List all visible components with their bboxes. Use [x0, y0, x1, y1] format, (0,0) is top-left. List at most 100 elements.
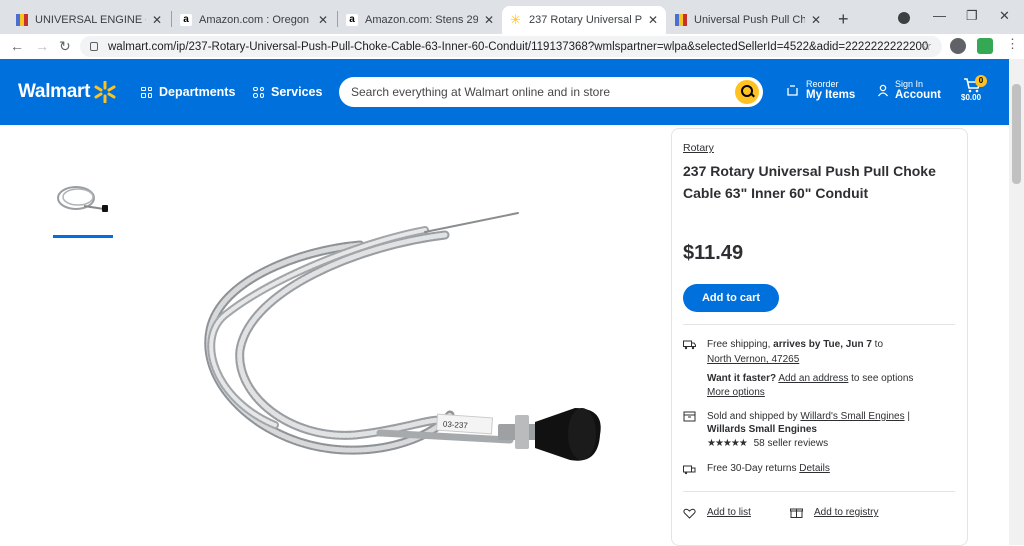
bookmark-star-icon[interactable]: ☆: [920, 38, 932, 54]
walmart-header: Walmart Departments Services Reorder My …: [0, 59, 1009, 125]
close-tab-icon[interactable]: ✕: [648, 13, 658, 27]
tab-title: Amazon.com: Stens 290-631: [365, 14, 478, 26]
location-link[interactable]: North Vernon, 47265: [707, 354, 799, 365]
scrollbar-thumb[interactable]: [1012, 84, 1021, 184]
reorder-small-label: Reorder: [806, 79, 839, 89]
url-text: walmart.com/ip/237-Rotary-Universal-Push…: [108, 40, 928, 53]
departments-grid-icon: [141, 86, 152, 98]
chrome-menu-icon[interactable]: ⋮: [1006, 36, 1019, 52]
sold-prefix: Sold and shipped by: [707, 411, 801, 422]
amazon-icon: a: [346, 14, 358, 26]
cart-total: $0.00: [961, 93, 982, 102]
new-tab-icon[interactable]: +: [838, 9, 849, 30]
arrival-date: arrives by Tue, Jun 7: [773, 339, 872, 350]
product-price: $11.49: [683, 242, 744, 264]
store-icon: [683, 411, 696, 422]
tab-title: 237 Rotary Universal Push Pu: [529, 14, 642, 26]
truck-icon: [683, 340, 696, 350]
departments-button[interactable]: Departments: [141, 85, 235, 99]
account-big-label: Account: [895, 89, 941, 101]
divider: [683, 324, 955, 325]
logo-text: Walmart: [18, 81, 91, 102]
rating-stars: ★★★★★: [707, 438, 748, 449]
seller-rating[interactable]: ★★★★★ 58 seller reviews: [707, 438, 828, 449]
amazon-icon: a: [180, 14, 192, 26]
services-label: Services: [271, 85, 323, 99]
browser-tab-active[interactable]: ✳ 237 Rotary Universal Push Pu ✕: [502, 6, 666, 34]
reorder-big-label: My Items: [806, 89, 856, 101]
account-link[interactable]: Sign In Account: [877, 79, 941, 101]
shipping-info: Free shipping, arrives by Tue, Jun 7 to: [707, 339, 883, 350]
gift-icon: [675, 14, 687, 26]
returns-info: Free 30-Day returns Details: [707, 463, 830, 474]
page-scrollbar[interactable]: [1009, 59, 1024, 545]
add-to-registry-link[interactable]: Add to registry: [814, 507, 878, 518]
tab-title: Amazon.com : Oregon 60-03: [199, 14, 312, 26]
address-row: ← → ↻ walmart.com/ip/237-Rotary-Universa…: [0, 34, 1024, 59]
reorder-link[interactable]: Reorder My Items: [786, 79, 855, 101]
seller-name: Willards Small Engines: [707, 424, 817, 435]
person-icon: [877, 84, 889, 96]
minimize-icon[interactable]: —: [933, 8, 946, 23]
close-tab-icon[interactable]: ✕: [811, 13, 821, 27]
maximize-icon[interactable]: ❐: [966, 8, 978, 24]
browser-tab[interactable]: UNIVERSAL ENGINE CHOKE S ✕: [8, 6, 170, 34]
thumbnail-selected-indicator: [53, 235, 113, 238]
cart-count-badge: 0: [975, 75, 987, 87]
gift-registry-icon: [790, 508, 803, 518]
lock-icon: [90, 42, 98, 51]
tab-search-icon[interactable]: [898, 12, 910, 24]
back-icon[interactable]: ←: [10, 38, 24, 54]
seller-reviews: 58 seller reviews: [753, 438, 829, 449]
search-input[interactable]: [351, 85, 735, 99]
see-options-text: to see options: [848, 373, 914, 384]
brand-link[interactable]: Rotary: [683, 142, 714, 154]
services-button[interactable]: Services: [253, 85, 322, 99]
gift-icon: [16, 14, 28, 26]
returns-text: Free 30-Day returns: [707, 463, 797, 474]
walmart-spark-icon: [94, 81, 116, 103]
seller-info: Sold and shipped by Willard's Small Engi…: [707, 411, 910, 422]
reload-icon[interactable]: ↻: [59, 38, 71, 55]
product-image[interactable]: 03-237: [180, 190, 620, 490]
browser-tab[interactable]: Universal Push Pull Choke Ca ✕: [667, 6, 829, 34]
close-tab-icon[interactable]: ✕: [152, 13, 162, 27]
product-label-text: 03-237: [443, 420, 469, 431]
tab-title: Universal Push Pull Choke Ca: [694, 14, 805, 26]
product-title: 237 Rotary Universal Push Pull Choke Cab…: [683, 163, 936, 201]
search-button[interactable]: [735, 80, 759, 104]
faster-label: Want it faster?: [707, 373, 777, 384]
close-window-icon[interactable]: ✕: [999, 8, 1010, 24]
url-bar[interactable]: walmart.com/ip/237-Rotary-Universal-Push…: [80, 36, 942, 57]
heart-icon: [683, 508, 696, 519]
add-to-cart-button[interactable]: Add to cart: [683, 284, 779, 312]
walmart-spark-icon: ✳: [510, 12, 521, 27]
seller-link[interactable]: Willard's Small Engines: [800, 411, 904, 422]
profile-icon[interactable]: [950, 38, 966, 54]
close-tab-icon[interactable]: ✕: [318, 13, 328, 27]
seller-separator: |: [904, 411, 910, 422]
shipping-to: to: [871, 339, 884, 350]
services-grid-icon: [253, 86, 264, 98]
browser-tab[interactable]: a Amazon.com: Stens 290-631 ✕: [338, 6, 502, 34]
departments-label: Departments: [159, 85, 236, 99]
returns-details-link[interactable]: Details: [799, 463, 830, 474]
product-thumbnail[interactable]: [54, 178, 112, 218]
add-to-list-link[interactable]: Add to list: [707, 507, 751, 518]
forward-icon[interactable]: →: [35, 38, 49, 54]
shipping-prefix: Free shipping,: [707, 339, 774, 350]
add-address-link[interactable]: Add an address: [778, 373, 848, 384]
tab-title: UNIVERSAL ENGINE CHOKE S: [35, 14, 146, 26]
more-options-link[interactable]: More options: [707, 387, 765, 398]
close-tab-icon[interactable]: ✕: [484, 13, 494, 27]
browser-tab-bar: UNIVERSAL ENGINE CHOKE S ✕ a Amazon.com …: [0, 0, 1024, 34]
walmart-logo[interactable]: Walmart: [18, 81, 116, 103]
browser-tab[interactable]: a Amazon.com : Oregon 60-03 ✕: [172, 6, 336, 34]
account-small-label: Sign In: [895, 79, 924, 89]
returns-icon: [683, 465, 696, 475]
faster-info: Want it faster? Add an address to see op…: [707, 373, 913, 384]
divider: [683, 491, 955, 492]
reorder-icon: [787, 84, 798, 96]
extension-icon[interactable]: [977, 38, 993, 54]
search-bar: [339, 77, 763, 107]
